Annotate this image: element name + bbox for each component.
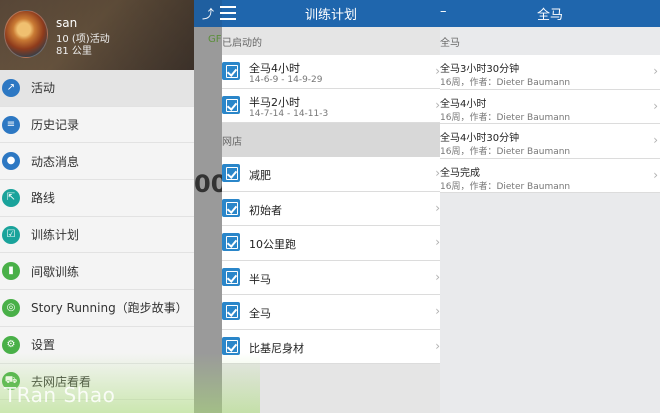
shop-plan-row[interactable]: 10公里跑 ›	[222, 226, 440, 261]
marathon-plan-title: 全马4小时30分钟	[440, 133, 520, 144]
plan-dates: 14-6-9 - 14-9-29	[249, 75, 323, 85]
started-plan-row[interactable]: 全马4小时 14-6-9 - 14-9-29 ›	[222, 55, 440, 89]
training-plans-panel: 训练计划 已启动的 全马4小时 14-6-9 - 14-9-29 › 半马2小时 14-…	[220, 0, 440, 413]
drawer-item[interactable]: ▮ 间歇训练	[0, 253, 194, 291]
checklist-icon	[222, 233, 240, 251]
marathon-plan-row[interactable]: 全马4小时30分钟 16周，作者：Dieter Baumann ›	[440, 124, 660, 159]
marathon-section-header: 全马	[440, 37, 460, 49]
drawer-item[interactable]: ⇱ 路线	[0, 180, 194, 217]
people-icon: ●	[2, 152, 20, 171]
shop-plan-row[interactable]: 减肥 ›	[222, 157, 440, 192]
checklist-icon	[222, 198, 240, 217]
watermark-text: TRan Shao	[4, 383, 116, 407]
profile-distance: 81 公里	[56, 46, 92, 57]
shop-plan-row[interactable]: 半马 ›	[222, 260, 440, 295]
marathon-plan-title: 全马3小时30分钟	[440, 64, 520, 75]
marathon-plan-meta: 16周，作者：Dieter Baumann	[440, 112, 571, 123]
drawer-item-label: 活动	[31, 81, 56, 96]
drawer-item[interactable]: ↗ 活动	[0, 70, 194, 107]
training-plans-topbar: 训练计划	[220, 0, 440, 27]
checklist-icon	[222, 336, 240, 355]
shop-plan-title: 减肥	[249, 169, 271, 182]
drawer-item-label: 动态消息	[31, 154, 80, 169]
started-section-header: 已启动的	[222, 37, 262, 49]
avatar[interactable]	[4, 10, 48, 58]
drawer-item-label: 历史记录	[31, 118, 80, 133]
page-title: 训练计划	[304, 8, 357, 23]
bar-chart-icon: ▮	[2, 262, 20, 281]
drawer-item[interactable]: ◎ Story Running（跑步故事）	[0, 290, 194, 327]
plan-title: 半马2小时	[249, 96, 300, 109]
drawer-item-label: 间歇训练	[31, 264, 80, 279]
checklist-icon	[222, 267, 240, 286]
marathon-plan-row[interactable]: 全马3小时30分钟 16周，作者：Dieter Baumann ›	[440, 55, 660, 90]
shop-section-header: 网店	[222, 123, 440, 157]
marathon-plan-meta: 16周，作者：Dieter Baumann	[440, 181, 571, 192]
marathon-title: 全马	[536, 8, 563, 23]
shop-plan-title: 初始者	[249, 203, 282, 217]
drawer-item-label: 设置	[31, 338, 56, 353]
drawer-item-label: 训练计划	[31, 228, 80, 243]
activity-chart-icon: ↗	[2, 78, 20, 97]
marathon-plans-panel: – 全马 全马 全马3小时30分钟 16周，作者：Dieter Baumann › 全…	[440, 0, 660, 413]
marathon-topbar: – 全马	[440, 0, 660, 27]
shop-plan-title: 10公里跑	[249, 238, 296, 251]
list-icon: ≡	[2, 115, 20, 134]
profile-name: san	[56, 16, 78, 30]
shop-plan-title: 全马	[249, 307, 271, 320]
shop-plan-row[interactable]: 初始者 ›	[222, 191, 440, 226]
shop-plans-list: 减肥 › 初始者 › 10公里跑 › 半马 › 全马 › 比基尼身材 ›	[222, 157, 440, 364]
checkbox-icon: ☑	[2, 225, 20, 244]
shop-plan-title: 比基尼身材	[249, 341, 304, 355]
marathon-plans-list: 全马3小时30分钟 16周，作者：Dieter Baumann › 全马4小时 16周，…	[440, 55, 660, 193]
shop-plan-title: 半马	[249, 272, 271, 286]
chevron-right-icon: ›	[653, 98, 658, 113]
chevron-right-icon: ›	[653, 167, 658, 182]
marathon-plan-row[interactable]: 全马完成 16周，作者：Dieter Baumann ›	[440, 158, 660, 193]
profile-header[interactable]: san 10 (项)活动 81 公里	[0, 0, 194, 70]
drawer-item-label: 路线	[31, 191, 56, 206]
marathon-plan-meta: 16周，作者：Dieter Baumann	[440, 147, 571, 157]
plan-title: 全马4小时	[249, 62, 300, 75]
drawer-item[interactable]: ☑ 训练计划	[0, 217, 194, 254]
marathon-plan-title: 全马完成	[440, 167, 480, 179]
obscured-big-number: 00	[194, 170, 222, 198]
shop-plan-row[interactable]: 比基尼身材 ›	[222, 329, 440, 364]
started-plans-list: 全马4小时 14-6-9 - 14-9-29 › 半马2小时 14-7-14 - 14-…	[222, 55, 440, 123]
checklist-icon	[222, 96, 240, 114]
gps-label: GF	[208, 34, 222, 45]
marathon-plan-title: 全马4小时	[440, 98, 487, 110]
checklist-icon	[222, 62, 240, 80]
started-plan-row[interactable]: 半马2小时 14-7-14 - 14-11-3 ›	[222, 89, 440, 123]
drawer-item-label: Story Running（跑步故事）	[31, 301, 188, 316]
running-icon: ⤴	[194, 0, 222, 27]
marathon-plan-meta: 16周，作者：Dieter Baumann	[440, 78, 571, 88]
signpost-icon: ⇱	[2, 188, 20, 207]
obscured-activity-panel: ⤴ GF 00	[194, 0, 222, 413]
headphones-icon: ◎	[2, 298, 20, 317]
gear-icon: ⚙	[2, 335, 20, 354]
drawer-item[interactable]: ≡ 历史记录	[0, 107, 194, 144]
checklist-icon	[222, 302, 240, 320]
shop-plan-row[interactable]: 全马 ›	[222, 295, 440, 330]
navigation-drawer: san 10 (项)活动 81 公里 ↗ 活动 ≡ 历史记录 ● 动态消息 ⇱ 路线 ☑ 训练计划…	[0, 0, 194, 413]
drawer-item[interactable]: ⚙ 设置	[0, 327, 194, 364]
chevron-right-icon: ›	[653, 64, 658, 78]
drawer-menu: ↗ 活动 ≡ 历史记录 ● 动态消息 ⇱ 路线 ☑ 训练计划 ▮ 间歇训练 ◎ Story Running…	[0, 70, 194, 401]
marathon-plan-row[interactable]: 全马4小时 16周，作者：Dieter Baumann ›	[440, 89, 660, 124]
chevron-right-icon: ›	[653, 133, 658, 147]
checklist-icon	[222, 164, 240, 182]
drawer-item[interactable]: ● 动态消息	[0, 143, 194, 181]
app-screen: san 10 (项)活动 81 公里 ↗ 活动 ≡ 历史记录 ● 动态消息 ⇱ 路线 ☑ 训练计划…	[0, 0, 660, 413]
plan-dates: 14-7-14 - 14-11-3	[249, 109, 329, 119]
